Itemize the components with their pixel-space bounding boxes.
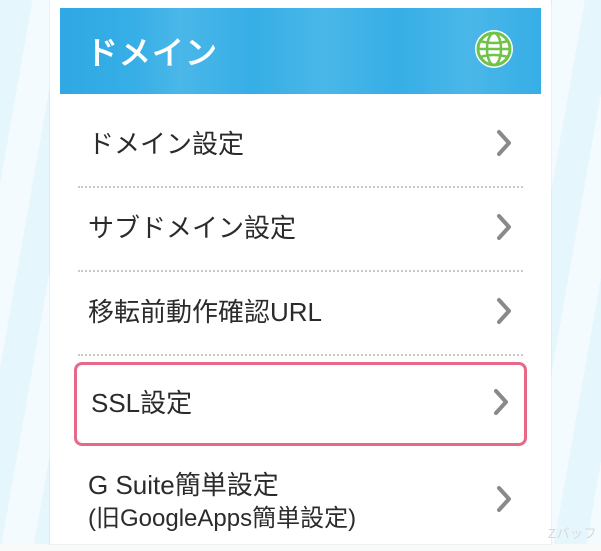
menu-label: G Suite簡単設定 (旧GoogleApps簡単設定) [88,468,356,535]
menu-label-sub: (旧GoogleApps簡単設定) [88,503,356,535]
menu-label: SSL設定 [91,386,192,421]
chevron-right-icon [483,128,515,163]
globe-icon [473,28,515,75]
domain-menu: ドメイン設定 サブドメイン設定 移転前動作確認URL SSL設定 [50,94,551,551]
menu-item-subdomain-settings[interactable]: サブドメイン設定 [78,188,523,272]
menu-label: サブドメイン設定 [88,211,296,246]
panel-header: ドメイン [60,8,541,94]
chevron-right-icon [480,387,512,422]
menu-item-ssl-settings[interactable]: SSL設定 [74,362,527,446]
chevron-right-icon [483,212,515,247]
watermark: Zバッフ [548,523,597,542]
menu-item-gsuite-settings[interactable]: G Suite簡単設定 (旧GoogleApps簡単設定) [78,452,523,551]
panel-title: ドメイン [86,28,218,74]
menu-label-main: G Suite簡単設定 [88,470,279,500]
chevron-right-icon [483,296,515,331]
menu-label: ドメイン設定 [88,127,244,162]
menu-label: 移転前動作確認URL [88,295,322,330]
menu-item-domain-settings[interactable]: ドメイン設定 [78,104,523,188]
chevron-right-icon [483,484,515,519]
menu-item-transfer-check-url[interactable]: 移転前動作確認URL [78,272,523,356]
domain-panel: ドメイン ドメイン設定 サブドメイン設定 移転 [50,0,551,544]
